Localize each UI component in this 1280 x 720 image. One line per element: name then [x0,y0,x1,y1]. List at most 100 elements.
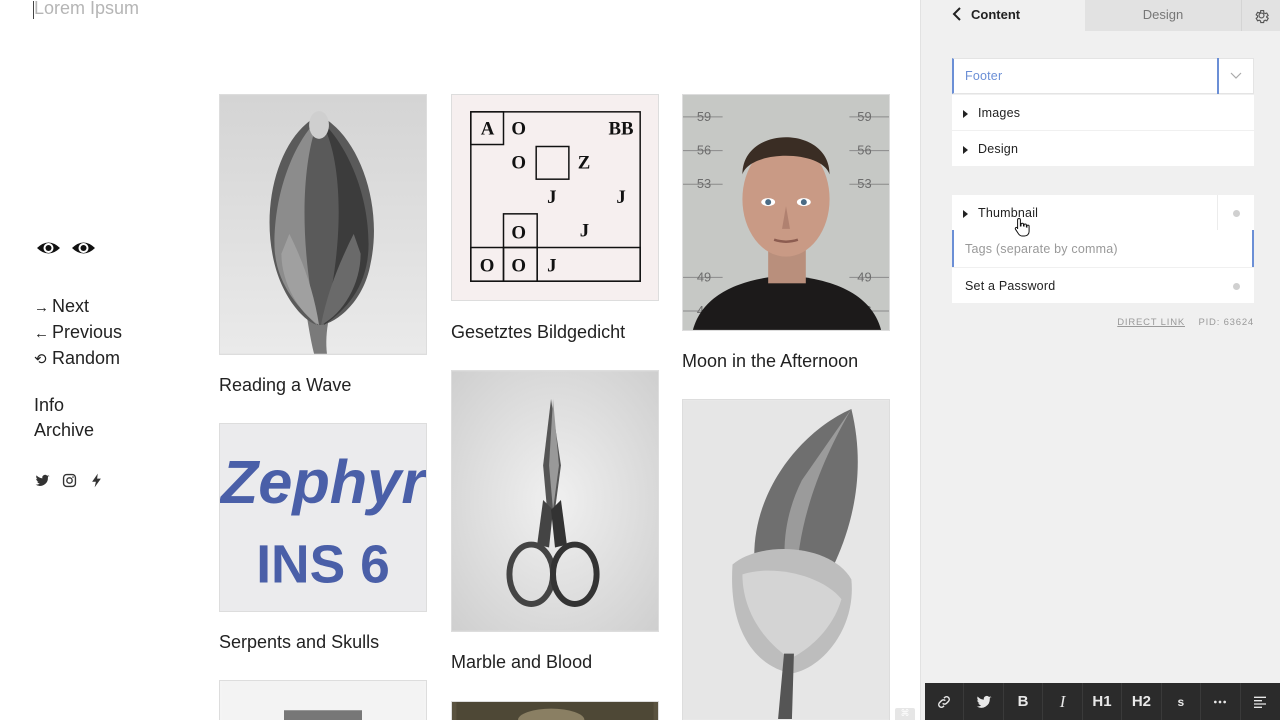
caption-marble-and-blood[interactable]: Marble and Blood [451,652,592,673]
refresh-icon: ⟲ [34,351,47,368]
object-image [221,681,425,720]
zephyr-poster-image: Zephyr INS 6 [220,424,426,611]
twitter-icon [976,695,991,708]
section-thumbnail[interactable]: Thumbnail [952,195,1254,230]
twitter-icon[interactable] [35,473,50,488]
arrow-left-icon: ← [34,325,49,342]
zephyr-line2: INS 6 [256,535,390,594]
scissors-image [452,371,658,631]
section-design[interactable]: Design [952,131,1254,166]
svg-text:J: J [547,187,556,208]
align-button[interactable] [1241,683,1280,720]
post-meta: DIRECT LINK PID: 63624 [1117,317,1254,328]
svg-text:53: 53 [857,176,871,191]
command-icon[interactable]: ⌘ [895,708,915,720]
caption-serpents-and-skulls[interactable]: Serpents and Skulls [219,632,379,653]
thumbnail-gesetztes-bildgedicht[interactable]: A O BB O Z J J O J O O J [451,94,659,301]
status-dot-icon [1233,283,1240,290]
caret-right-icon [963,210,968,218]
svg-text:O: O [511,255,526,276]
svg-text:BB: BB [608,119,634,140]
zephyr-line1: Zephyr [220,447,426,516]
info-link[interactable]: Info [34,393,94,418]
previous-label: Previous [52,322,123,342]
set-password-row[interactable]: Set a Password [952,268,1254,303]
leaf-image [683,401,889,719]
twitter-button[interactable] [964,683,1004,720]
tab-content[interactable]: Content [921,0,1085,31]
svg-text:O: O [511,152,526,173]
svg-text:A: A [481,119,495,140]
thumbnail-reading-a-wave[interactable] [219,94,427,355]
editor-panel: Content Design Footer Images Design Thum… [920,0,1280,720]
random-label: Random [52,348,121,368]
svg-text:J: J [580,221,589,242]
gear-icon [1255,9,1269,24]
next-label: Next [52,296,90,316]
site-title[interactable]: Lorem Ipsum [32,0,139,19]
svg-text:O: O [511,223,526,244]
eye-icon[interactable] [36,238,61,258]
random-link[interactable]: ⟲ Random [34,346,122,372]
post-navigation: → Next ← Previous ⟲ Random [34,294,122,372]
caption-moon-in-the-afternoon[interactable]: Moon in the Afternoon [682,351,858,372]
link-icon [938,695,951,708]
thumbnail-partial[interactable] [219,680,427,720]
svg-text:O: O [511,119,526,140]
tags-input[interactable] [954,230,1252,267]
footer-select[interactable]: Footer [952,58,1254,94]
thumbnail-marble-and-blood[interactable] [451,370,659,632]
sepia-image [456,702,654,720]
divider [1217,195,1218,230]
archive-link[interactable]: Archive [34,418,94,443]
svg-text:J: J [616,187,625,208]
heading1-button[interactable]: H1 [1083,683,1123,720]
caret-right-icon [963,110,968,118]
svg-text:56: 56 [857,143,871,158]
direct-link[interactable]: DIRECT LINK [1117,317,1185,328]
strike-button[interactable]: s [1162,683,1202,720]
settings-button[interactable] [1241,0,1280,31]
link-button[interactable] [925,683,965,720]
footer-select-value: Footer [965,69,1003,83]
thumbnail-serpents-and-skulls[interactable]: Zephyr INS 6 [219,423,427,612]
hand-cursor-icon [1014,217,1030,237]
set-password-label: Set a Password [965,279,1056,293]
svg-text:49: 49 [697,269,711,284]
section-images-label: Images [978,106,1021,120]
caption-reading-a-wave[interactable]: Reading a Wave [219,375,351,396]
tab-content-label: Content [971,7,1021,22]
social-links [35,473,104,488]
thumbnail-moon-in-the-afternoon[interactable]: 5959 5656 5353 4949 4646 [682,94,890,331]
tab-design[interactable]: Design [1085,0,1241,31]
svg-text:53: 53 [697,176,711,191]
caption-gesetztes-bildgedicht[interactable]: Gesetztes Bildgedicht [451,322,625,343]
align-left-icon [1254,696,1267,708]
svg-text:59: 59 [697,109,711,124]
chevron-left-icon [952,7,961,21]
view-toggle [36,238,96,258]
eye-icon[interactable] [71,238,96,258]
tags-field[interactable] [952,230,1254,267]
post-id: PID: 63624 [1198,317,1254,328]
more-icon [1214,700,1227,703]
flower-bud-image [220,95,426,354]
chevron-down-icon[interactable] [1217,58,1253,94]
svg-text:49: 49 [857,269,871,284]
italic-button[interactable]: I [1043,683,1083,720]
bold-button[interactable]: B [1004,683,1044,720]
thumbnail-leaf[interactable] [682,399,890,720]
svg-text:59: 59 [857,109,871,124]
heading2-button[interactable]: H2 [1122,683,1162,720]
more-button[interactable] [1201,683,1241,720]
bolt-icon[interactable] [89,473,104,488]
section-images[interactable]: Images [952,95,1254,130]
thumbnail-partial-2[interactable] [451,701,659,720]
svg-text:56: 56 [697,143,711,158]
section-design-label: Design [978,142,1019,156]
instagram-icon[interactable] [62,473,77,488]
previous-link[interactable]: ← Previous [34,320,122,346]
caret-right-icon [963,146,968,154]
next-link[interactable]: → Next [34,294,122,320]
concrete-poem-image: A O BB O Z J J O J O O J [452,95,658,300]
